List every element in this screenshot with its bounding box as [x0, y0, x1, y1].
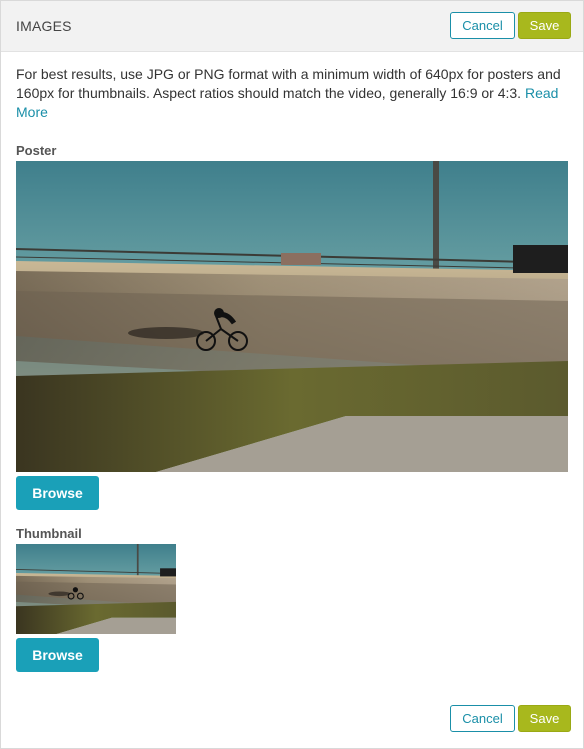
velodrome-photo: [16, 161, 568, 472]
thumbnail-browse-button[interactable]: Browse: [16, 638, 99, 672]
velodrome-thumbnail-photo: [16, 544, 176, 634]
poster-image: [16, 161, 568, 472]
panel-header: IMAGES Cancel Save: [1, 1, 583, 52]
intro-text: For best results, use JPG or PNG format …: [16, 65, 571, 122]
poster-browse-button[interactable]: Browse: [16, 476, 99, 510]
cancel-button[interactable]: Cancel: [450, 12, 515, 39]
intro-description: For best results, use JPG or PNG format …: [16, 66, 561, 101]
thumbnail-label: Thumbnail: [16, 526, 82, 541]
save-button[interactable]: Save: [518, 12, 571, 39]
poster-label: Poster: [16, 143, 57, 158]
footer-cancel-button[interactable]: Cancel: [450, 705, 515, 732]
thumbnail-image: [16, 544, 176, 634]
footer-save-button[interactable]: Save: [518, 705, 571, 732]
panel-title: IMAGES: [16, 18, 72, 34]
images-panel: IMAGES Cancel Save For best results, use…: [0, 0, 584, 749]
